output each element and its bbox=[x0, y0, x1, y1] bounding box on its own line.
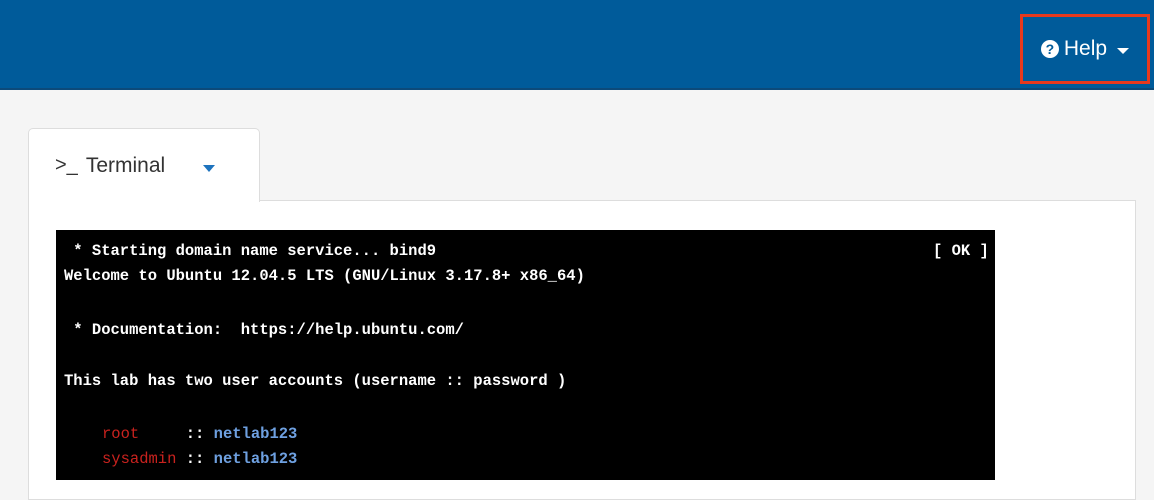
account-password: netlab123 bbox=[213, 425, 298, 443]
terminal-account-line: root :: netlab123 bbox=[102, 424, 297, 444]
caret-down-icon bbox=[1117, 47, 1130, 54]
top-navbar: ? Help bbox=[0, 0, 1154, 90]
terminal-line: Welcome to Ubuntu 12.04.5 LTS (GNU/Linux… bbox=[64, 267, 585, 285]
terminal-line: * Documentation: https://help.ubuntu.com… bbox=[64, 321, 464, 339]
terminal-line: This lab has two user accounts (username… bbox=[64, 372, 567, 390]
terminal-line: * Starting domain name service... bind9 bbox=[64, 242, 437, 260]
terminal-console[interactable]: * Starting domain name service... bind9 … bbox=[56, 230, 995, 480]
terminal-status-ok: [ OK ] bbox=[933, 242, 989, 260]
tab-terminal-label: Terminal bbox=[85, 153, 166, 177]
caret-down-icon[interactable] bbox=[203, 164, 216, 172]
terminal-account-line: sysadmin :: netlab123 bbox=[102, 449, 297, 469]
help-menu-label: Help bbox=[1063, 37, 1108, 60]
terminal-prompt-icon: >_ bbox=[55, 154, 78, 176]
account-password: netlab123 bbox=[213, 450, 298, 468]
question-circle-icon: ? bbox=[1040, 40, 1059, 58]
account-separator: :: bbox=[176, 450, 214, 468]
account-username: sysadmin bbox=[102, 450, 177, 468]
account-username: root bbox=[102, 425, 177, 443]
tab-terminal[interactable]: >_ Terminal bbox=[28, 128, 260, 202]
account-separator: :: bbox=[176, 425, 214, 443]
help-menu-button[interactable]: ? Help bbox=[1020, 14, 1150, 84]
